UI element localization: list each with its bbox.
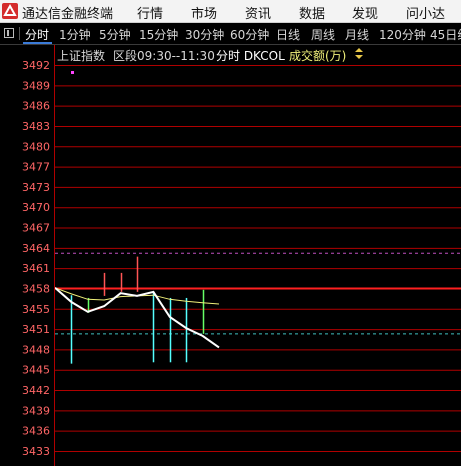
y-tick-label: 3458 [22, 282, 50, 295]
y-tick-label: 3439 [22, 404, 50, 417]
y-tick-label: 3483 [22, 120, 50, 133]
menu-news[interactable]: 资讯 [245, 3, 271, 22]
y-tick-label: 3480 [22, 140, 50, 153]
y-tick-label: 3477 [22, 161, 50, 174]
menu-ask[interactable]: 问小达 [406, 3, 445, 22]
intraday-chart[interactable]: 上证指数 区段09:30--11:30 分时 DKCOL 成交额(万) 3492… [0, 45, 461, 466]
tab-timeshare[interactable]: 分时 [25, 26, 49, 43]
tab-120min[interactable]: 120分钟 [379, 26, 426, 43]
y-tick-label: 3464 [22, 242, 50, 255]
y-tick-label: 3433 [22, 445, 50, 458]
y-tick-label: 3486 [22, 100, 50, 113]
menu-discover[interactable]: 发现 [352, 3, 378, 22]
menu-market[interactable]: 市场 [191, 3, 217, 22]
menu-quotes[interactable]: 行情 [137, 3, 163, 22]
app-title: 通达信金融终端 [22, 7, 114, 22]
y-tick-label: 3473 [22, 181, 50, 194]
tab-15min[interactable]: 15分钟 [139, 26, 178, 43]
tab-60min[interactable]: 60分钟 [230, 26, 269, 43]
y-tick-label: 3489 [22, 79, 50, 92]
y-tick-label: 3436 [22, 425, 50, 438]
tab-5min[interactable]: 5分钟 [99, 26, 131, 43]
tab-weekly[interactable]: 周线 [311, 26, 335, 43]
active-tab-indicator [23, 42, 52, 44]
magenta-marker [71, 71, 74, 74]
tab-separator [19, 27, 20, 40]
y-tick-label: 3492 [22, 59, 50, 72]
tab-1min[interactable]: 1分钟 [59, 26, 91, 43]
y-tick-label: 3470 [22, 201, 50, 214]
y-tick-label: 3461 [22, 262, 50, 275]
tab-30min[interactable]: 30分钟 [185, 26, 224, 43]
tab-monthly[interactable]: 月线 [345, 26, 369, 43]
y-tick-label: 3467 [22, 222, 50, 235]
y-tick-label: 3448 [22, 343, 50, 356]
index-name: 上证指数 [57, 48, 105, 63]
range-label: 区段09:30--11:30 [113, 48, 215, 63]
period-tabbar: 分时 1分钟 5分钟 15分钟 30分钟 60分钟 日线 周线 月线 120分钟… [0, 23, 461, 45]
y-tick-label: 3451 [22, 323, 50, 336]
y-tick-label: 3445 [22, 364, 50, 377]
y-axis-border [54, 45, 55, 466]
indicator-label: 分时 DKCOL [216, 49, 285, 63]
y-tick-label: 3442 [22, 384, 50, 397]
tab-daily[interactable]: 日线 [276, 26, 300, 43]
menu-data[interactable]: 数据 [299, 3, 325, 22]
tab-45day[interactable]: 45日线 [430, 26, 461, 43]
indicator-sub-label: 成交额(万) [289, 48, 346, 63]
panel-toggle-icon[interactable] [4, 28, 14, 38]
app-logo-icon [2, 3, 18, 19]
expand-arrows-icon[interactable] [355, 48, 363, 59]
title-bar: 通达信金融终端 行情 市场 资讯 数据 发现 问小达 [0, 0, 461, 23]
y-tick-label: 3455 [22, 303, 50, 316]
